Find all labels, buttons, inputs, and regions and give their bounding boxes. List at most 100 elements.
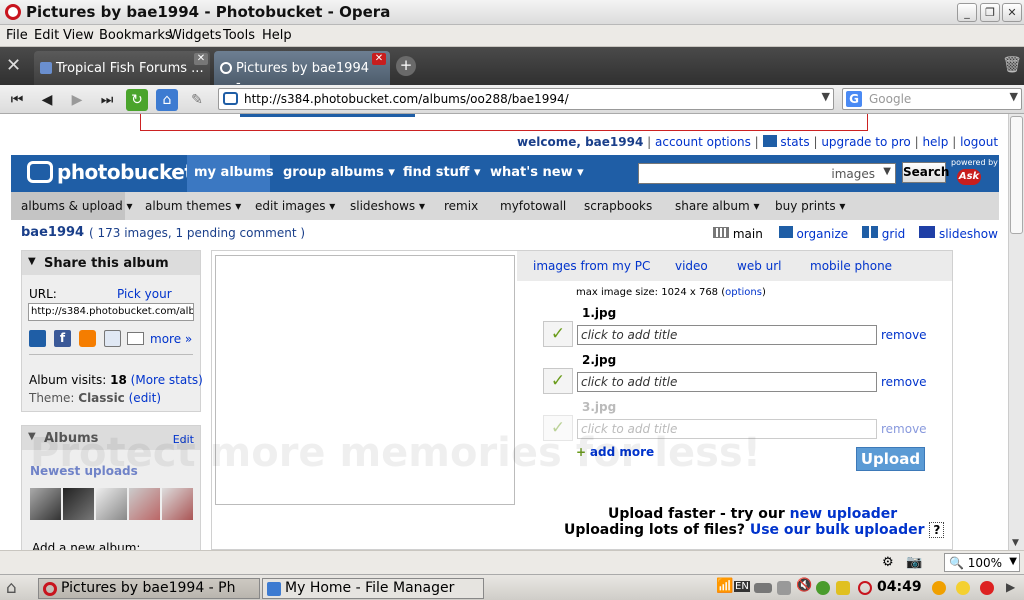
- nav-my-albums[interactable]: my albums: [194, 165, 274, 180]
- home-menu-icon[interactable]: ⌂: [6, 578, 17, 598]
- menu-tools[interactable]: Tools: [223, 28, 255, 43]
- subnav-albums-upload[interactable]: albums & upload ▾: [21, 199, 133, 213]
- help-link[interactable]: help: [922, 135, 948, 149]
- scroll-thumb[interactable]: [1010, 116, 1023, 234]
- menu-view[interactable]: View: [63, 28, 94, 43]
- more-share-link[interactable]: more »: [150, 332, 192, 346]
- remove-link[interactable]: remove: [881, 375, 927, 389]
- thumbnail[interactable]: [96, 488, 127, 520]
- nav-find-stuff[interactable]: find stuff ▾: [403, 165, 481, 180]
- taskbar-item-opera[interactable]: Pictures by bae1994 - Ph: [38, 578, 260, 599]
- close-tab-icon[interactable]: ✕: [194, 53, 208, 65]
- fast-forward-icon[interactable]: ⏭: [96, 89, 118, 111]
- account-options-link[interactable]: account options: [655, 135, 751, 149]
- address-bar[interactable]: http://s384.photobucket.com/albums/oo288…: [218, 88, 834, 110]
- nav-group-albums[interactable]: group albums ▾: [283, 165, 395, 180]
- dropdown-icon[interactable]: ▼: [1010, 90, 1018, 103]
- scroll-down-icon[interactable]: ▼: [1012, 538, 1019, 548]
- menu-widgets[interactable]: Widgets: [169, 28, 222, 43]
- upload-button[interactable]: Upload: [856, 447, 925, 471]
- volume-icon[interactable]: 🔇: [796, 578, 812, 593]
- zoom-control[interactable]: 🔍 100% ▼: [944, 553, 1020, 572]
- view-organize[interactable]: organize: [796, 227, 848, 241]
- theme-edit-link[interactable]: (edit): [129, 391, 161, 405]
- subnav-buy-prints[interactable]: buy prints ▾: [775, 199, 845, 213]
- subnav-edit-images[interactable]: edit images ▾: [255, 199, 335, 213]
- myspace-icon[interactable]: [29, 330, 46, 347]
- remove-link[interactable]: remove: [881, 422, 927, 436]
- page-scrollbar[interactable]: ▼: [1008, 114, 1024, 550]
- menu-edit[interactable]: Edit: [34, 28, 59, 43]
- forward-icon[interactable]: ▶: [66, 89, 88, 111]
- update-icon[interactable]: [816, 581, 830, 595]
- subnav-album-themes[interactable]: album themes ▾: [145, 199, 241, 213]
- bulk-uploader-link[interactable]: Use our bulk uploader: [750, 522, 925, 538]
- title-input[interactable]: click to add title: [577, 372, 877, 392]
- back-icon[interactable]: ◀: [36, 89, 58, 111]
- logo[interactable]: photobucket: [57, 160, 194, 184]
- taskbar-arrow-icon[interactable]: ▶: [1006, 580, 1015, 594]
- photo-search-input[interactable]: images ▼: [638, 163, 896, 184]
- more-stats-link[interactable]: (More stats): [131, 373, 203, 387]
- wifi-icon[interactable]: 📶: [716, 578, 733, 594]
- notes-icon[interactable]: [836, 581, 850, 595]
- stats-link[interactable]: stats: [780, 135, 809, 149]
- title-input[interactable]: click to add title: [577, 325, 877, 345]
- menu-bookmarks[interactable]: Bookmarks: [99, 28, 172, 43]
- subnav-scrapbooks[interactable]: scrapbooks: [584, 199, 652, 213]
- view-main[interactable]: main: [733, 227, 763, 241]
- home-icon[interactable]: ⌂: [156, 89, 178, 111]
- upgrade-link[interactable]: upgrade to pro: [821, 135, 910, 149]
- email-icon[interactable]: [127, 332, 144, 345]
- thumbnail[interactable]: [162, 488, 193, 520]
- facebook-icon[interactable]: f: [54, 330, 71, 347]
- camera-icon[interactable]: 📷: [906, 555, 922, 570]
- tab-tropical-fish[interactable]: Tropical Fish Forums ... ✕: [34, 51, 210, 85]
- collapse-icon[interactable]: ▼: [28, 256, 36, 267]
- stop-icon[interactable]: [980, 581, 994, 595]
- link-icon[interactable]: [104, 330, 121, 347]
- blogger-icon[interactable]: [79, 330, 96, 347]
- tab-video[interactable]: video: [675, 259, 708, 273]
- warning-icon[interactable]: [932, 581, 946, 595]
- tab-images-from-pc[interactable]: images from my PC: [533, 259, 650, 273]
- remove-link[interactable]: remove: [881, 328, 927, 342]
- smiley-icon[interactable]: [956, 581, 970, 595]
- dropdown-icon[interactable]: ▼: [1009, 556, 1017, 567]
- subnav-remix[interactable]: remix: [444, 199, 478, 213]
- thumbnail[interactable]: [30, 488, 61, 520]
- scope-dropdown-icon[interactable]: ▼: [883, 166, 891, 177]
- maximize-button[interactable]: ❐: [980, 3, 1000, 22]
- tab-web-url[interactable]: web url: [737, 259, 782, 273]
- nav-whats-new[interactable]: what's new ▾: [490, 165, 584, 180]
- subnav-slideshows[interactable]: slideshows ▾: [350, 199, 425, 213]
- menu-file[interactable]: File: [6, 28, 28, 43]
- menu-help[interactable]: Help: [262, 28, 292, 43]
- view-slideshow[interactable]: slideshow: [939, 227, 998, 241]
- subnav-myfotowall[interactable]: myfotowall: [500, 199, 566, 213]
- minimize-button[interactable]: _: [957, 3, 977, 22]
- album-user[interactable]: bae1994: [21, 225, 84, 240]
- album-url-input[interactable]: http://s384.photobucket.com/albun: [28, 303, 194, 321]
- tab-photobucket[interactable]: Pictures by bae1994 -... ✕: [214, 51, 390, 91]
- rewind-icon[interactable]: ⏮: [6, 89, 28, 111]
- keyboard-layout[interactable]: EN: [734, 581, 750, 592]
- tools-icon[interactable]: ✕: [6, 55, 21, 76]
- edit-icon[interactable]: ✎: [186, 89, 208, 111]
- close-button[interactable]: ✕: [1002, 3, 1022, 22]
- tab-mobile-phone[interactable]: mobile phone: [810, 259, 892, 273]
- share-header[interactable]: ▼ Share this album: [22, 251, 200, 275]
- dropdown-icon[interactable]: ▼: [822, 90, 830, 103]
- album-count[interactable]: ( 173 images, 1 pending comment ): [89, 226, 305, 240]
- add-tab-icon[interactable]: +: [396, 56, 416, 76]
- help-icon[interactable]: ?: [929, 522, 945, 538]
- trash-icon[interactable]: 🗑: [1002, 55, 1022, 74]
- options-link[interactable]: options: [725, 287, 762, 298]
- view-grid[interactable]: grid: [882, 227, 906, 241]
- search-box[interactable]: G Google ▼: [842, 88, 1022, 110]
- subnav-share-album[interactable]: share album ▾: [675, 199, 760, 213]
- taskbar-item-file-manager[interactable]: My Home - File Manager: [262, 578, 484, 599]
- logout-link[interactable]: logout: [960, 135, 998, 149]
- thumbnail[interactable]: [63, 488, 94, 520]
- opera-tray-icon[interactable]: [858, 581, 872, 595]
